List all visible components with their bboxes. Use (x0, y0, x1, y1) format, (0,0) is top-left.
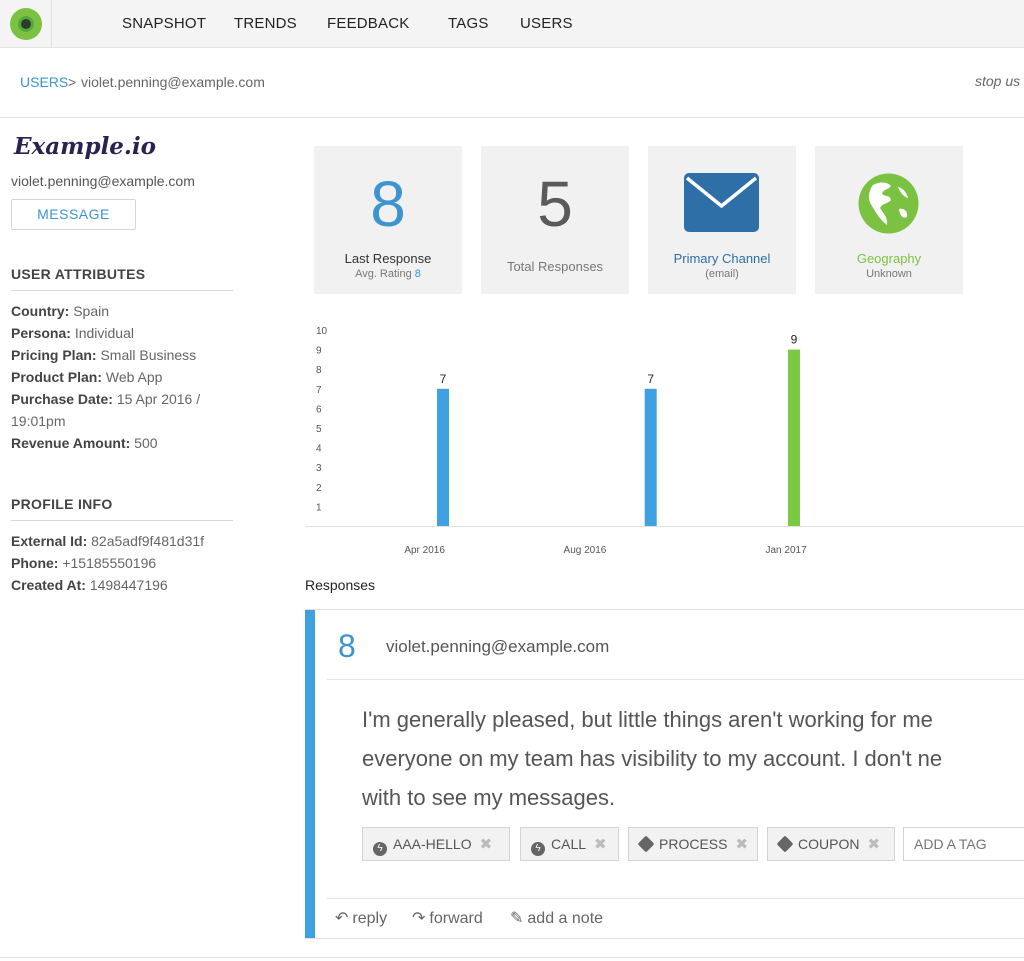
chart-axis: 1 2 3 4 5 6 7 8 9 10 Apr 2016 Aug 2016 Jan 2017 (305, 326, 1024, 556)
tag-coupon: COUPON ✖ (767, 827, 895, 861)
stop-action-link[interactable]: stop us (975, 73, 1020, 89)
x-tick-label: Jan 2017 (766, 545, 808, 556)
bolt-icon: ϟ (531, 842, 545, 856)
message-button[interactable]: MESSAGE (11, 199, 136, 230)
profile-row: Phone: +15185550196 (11, 555, 157, 571)
y-tick-label: 10 (316, 326, 328, 337)
y-tick-label: 4 (316, 444, 322, 455)
y-tick-label: 2 (316, 483, 322, 494)
y-tick-label: 9 (316, 346, 322, 357)
total-responses-value: 5 (537, 168, 573, 240)
bar-value-label: 9 (791, 333, 798, 347)
tag-icon (776, 835, 794, 853)
chart-bar (437, 388, 450, 526)
response-score: 8 (338, 628, 356, 664)
bolt-icon: ϟ (373, 842, 387, 856)
ratings-chart: 1 2 3 4 5 6 7 8 9 10 Apr 2016 Aug 2016 Jan 2017 7 7 9 (305, 326, 1024, 556)
geography-label: Geography (856, 251, 922, 266)
divider (0, 957, 1024, 958)
company-logo: Example.io (14, 133, 157, 160)
total-responses-label: Total Responses (506, 259, 604, 274)
y-tick-label: 8 (316, 365, 322, 376)
reply-icon: ↶ (335, 910, 349, 927)
logo-icon (10, 8, 42, 40)
forward-icon: ↷ (412, 910, 426, 927)
response-text: I'm generally pleased, but little things… (362, 707, 943, 810)
app-logo[interactable] (0, 0, 52, 48)
nav-snapshot[interactable]: SNAPSHOT (122, 15, 206, 32)
primary-channel-card: Primary Channel (email) (648, 146, 796, 294)
nav-trends[interactable]: TRENDS (234, 15, 297, 32)
forward-button[interactable]: ↷ forward (412, 908, 483, 928)
chart-bars: 7 7 9 (437, 333, 800, 526)
user-attributes-heading: USER ATTRIBUTES (11, 266, 233, 291)
attribute-row: Purchase Date: 15 Apr 2016 / 19:01pm (11, 391, 201, 429)
breadcrumb-separator: > (68, 74, 77, 90)
avg-rating: Avg. Rating 8 (355, 268, 421, 280)
tag-call: ϟ CALL ✖ (520, 827, 619, 861)
edit-icon: ✎ (510, 910, 524, 927)
geography-card: Geography Unknown (815, 146, 963, 294)
add-note-button[interactable]: ✎ add a note (510, 908, 603, 928)
breadcrumb-users-link[interactable]: USERS (20, 74, 68, 90)
divider (327, 679, 1024, 680)
tag-process: PROCESS ✖ (628, 827, 758, 861)
nav-users[interactable]: USERS (520, 15, 573, 32)
tag-aaa-hello: ϟ AAA-HELLO ✖ (362, 827, 510, 861)
attribute-row: Persona: Individual (11, 325, 134, 341)
tag-icon (637, 835, 655, 853)
divider (327, 898, 1024, 899)
attribute-row: Revenue Amount: 500 (11, 435, 158, 451)
profile-row: External Id: 82a5adf9f481d31f (11, 533, 205, 549)
y-tick-label: 1 (316, 502, 322, 513)
y-tick-label: 3 (316, 463, 322, 474)
y-tick-label: 5 (316, 424, 322, 435)
x-tick-label: Aug 2016 (564, 545, 607, 556)
response-email[interactable]: violet.penning@example.com (386, 637, 609, 657)
responses-heading: Responses (305, 577, 376, 593)
chart-bar (787, 349, 800, 526)
profile-info-heading: PROFILE INFO (11, 496, 233, 521)
primary-channel-label: Primary Channel (673, 251, 771, 266)
remove-tag-icon[interactable]: ✖ (480, 836, 493, 853)
profile-list: External Id: 82a5adf9f481d31f Phone: +15… (11, 530, 233, 596)
top-nav: SNAPSHOT TRENDS FEEDBACK TAGS USERS (0, 0, 1024, 48)
nav-tags[interactable]: TAGS (448, 15, 489, 32)
remove-tag-icon[interactable]: ✖ (867, 836, 880, 853)
attribute-row: Country: Spain (11, 303, 110, 319)
y-tick-label: 6 (316, 404, 322, 415)
remove-tag-icon[interactable]: ✖ (594, 836, 607, 853)
reply-button[interactable]: ↶ reply (335, 908, 387, 928)
globe-icon (858, 173, 919, 234)
attribute-row: Pricing Plan: Small Business (11, 347, 197, 363)
attributes-list: Country: Spain Persona: Individual Prici… (11, 300, 233, 454)
profile-row: Created At: 1498447196 (11, 577, 168, 593)
x-tick-label: Apr 2016 (404, 545, 445, 556)
breadcrumb: USERS > violet.penning@example.com stop … (0, 48, 1024, 118)
envelope-icon (684, 173, 759, 232)
bar-value-label: 7 (440, 372, 447, 386)
primary-channel-value: (email) (705, 268, 739, 280)
bar-value-label: 7 (647, 372, 654, 386)
last-response-value: 8 (370, 168, 406, 240)
total-responses-card: 5 Total Responses (481, 146, 629, 294)
breadcrumb-current: violet.penning@example.com (81, 74, 265, 90)
remove-tag-icon[interactable]: ✖ (735, 836, 748, 853)
attribute-row: Product Plan: Web App (11, 369, 163, 385)
response-card: 8 violet.penning@example.com I'm general… (305, 609, 1024, 939)
chart-bar (644, 388, 657, 526)
add-tag-input[interactable] (903, 827, 1024, 861)
response-score-bar (305, 610, 315, 938)
user-email: violet.penning@example.com (11, 173, 195, 189)
last-response-card: 8 Last Response Avg. Rating 8 (314, 146, 462, 294)
nav-feedback[interactable]: FEEDBACK (327, 15, 409, 32)
y-tick-label: 7 (316, 385, 322, 396)
geography-value: Unknown (866, 268, 912, 280)
last-response-label: Last Response (344, 251, 432, 266)
